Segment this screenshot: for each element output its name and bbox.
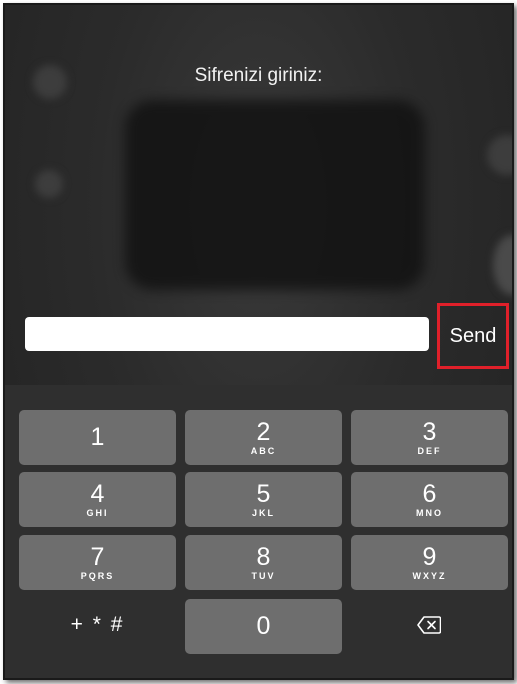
password-prompt: Sifrenizi giriniz: (194, 65, 323, 86)
key-2[interactable]: 2 ABC (185, 410, 342, 465)
key-4[interactable]: 4 GHI (19, 472, 176, 527)
backspace-icon (417, 616, 441, 634)
key-symbols[interactable]: + * # (19, 599, 176, 654)
key-7[interactable]: 7 PQRS (19, 535, 176, 590)
key-number: 9 (422, 543, 437, 571)
key-letters: JKL (251, 508, 275, 518)
delete-key[interactable] (351, 599, 508, 654)
key-number: 1 (90, 423, 105, 451)
key-number: 5 (256, 480, 271, 508)
key-letters: ABC (250, 446, 277, 456)
key-1[interactable]: 1 (19, 410, 176, 465)
key-number: 0 (256, 612, 271, 640)
key-letters: TUV (251, 571, 276, 581)
key-9[interactable]: 9 WXYZ (351, 535, 508, 590)
key-number: 8 (256, 543, 271, 571)
blurred-dot (35, 170, 63, 198)
screenshot-frame: Sifrenizi giriniz: Send 1 2 ABC 3 DEF 4 … (3, 3, 514, 680)
send-button[interactable]: Send (437, 303, 509, 369)
blurred-content (125, 100, 425, 290)
key-5[interactable]: 5 JKL (185, 472, 342, 527)
key-letters: GHI (86, 508, 109, 518)
key-letters: PQRS (80, 571, 115, 581)
key-number: 7 (90, 543, 105, 571)
key-number: 3 (422, 418, 437, 446)
key-number: 4 (90, 480, 105, 508)
key-8[interactable]: 8 TUV (185, 535, 342, 590)
key-3[interactable]: 3 DEF (351, 410, 508, 465)
key-letters: WXYZ (412, 571, 447, 581)
key-number: 2 (256, 418, 271, 446)
key-number: 6 (422, 480, 437, 508)
key-0[interactable]: 0 (185, 599, 342, 654)
key-6[interactable]: 6 MNO (351, 472, 508, 527)
symbols-label: + * # (70, 613, 125, 636)
numeric-keypad: 1 2 ABC 3 DEF 4 GHI 5 JKL 6 MNO 7 PQRS 8 (5, 385, 512, 678)
key-letters: DEF (417, 446, 442, 456)
key-letters: MNO (416, 508, 443, 518)
password-input[interactable] (25, 317, 429, 351)
